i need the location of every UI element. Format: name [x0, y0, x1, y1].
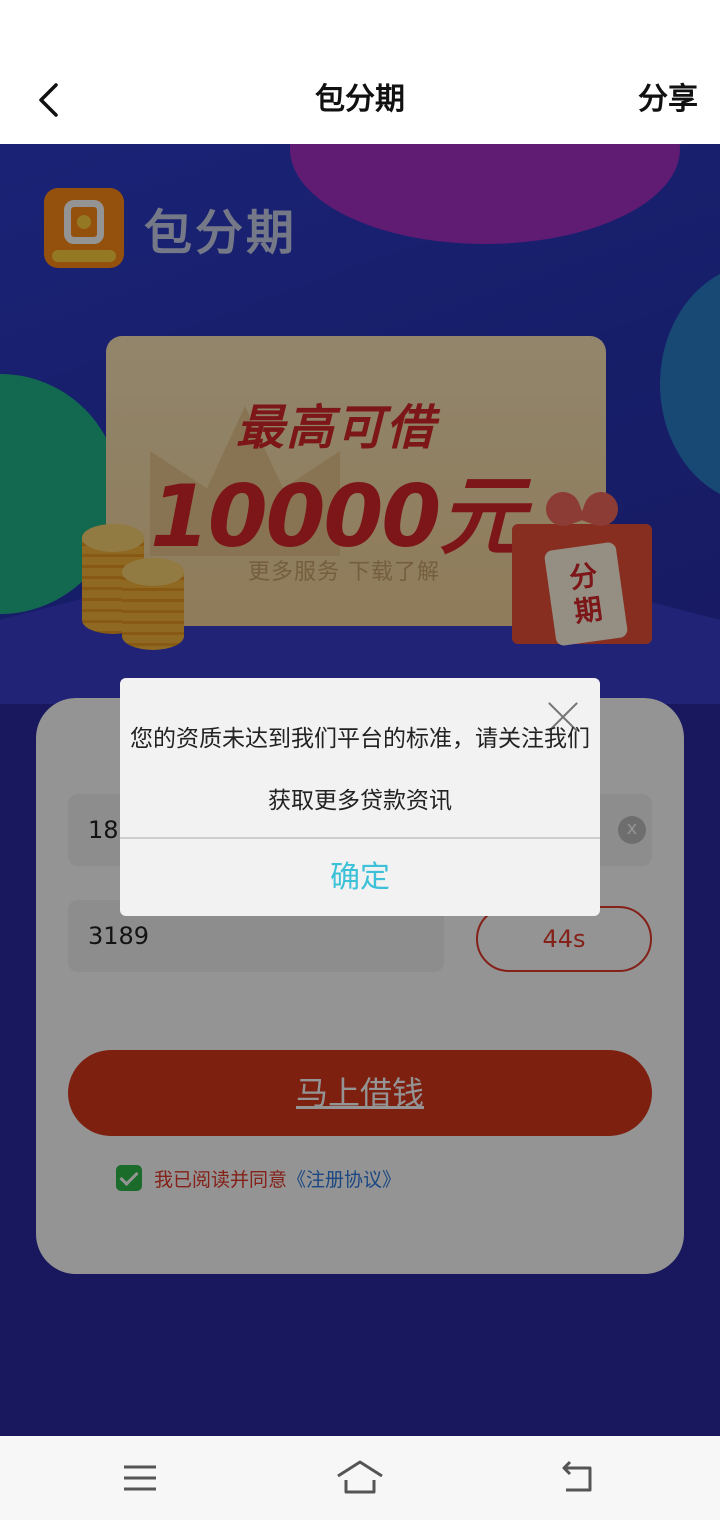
- confirm-button[interactable]: 确定: [120, 839, 600, 916]
- system-nav-bar: [0, 1436, 720, 1520]
- menu-icon[interactable]: [118, 1456, 162, 1500]
- title-bar: 包分期 分享: [0, 56, 720, 144]
- dialog-message: 您的资质未达到我们平台的标准，请关注我们获取更多贷款资讯: [130, 726, 590, 814]
- page-title: 包分期: [315, 82, 405, 117]
- home-icon[interactable]: [334, 1456, 386, 1500]
- back-button[interactable]: [22, 74, 74, 126]
- back-icon[interactable]: [556, 1456, 600, 1500]
- chevron-left-icon: [39, 83, 58, 117]
- share-button[interactable]: 分享: [638, 56, 698, 144]
- alert-dialog: 您的资质未达到我们平台的标准，请关注我们获取更多贷款资讯 确定: [120, 678, 600, 916]
- status-bar: [0, 0, 720, 56]
